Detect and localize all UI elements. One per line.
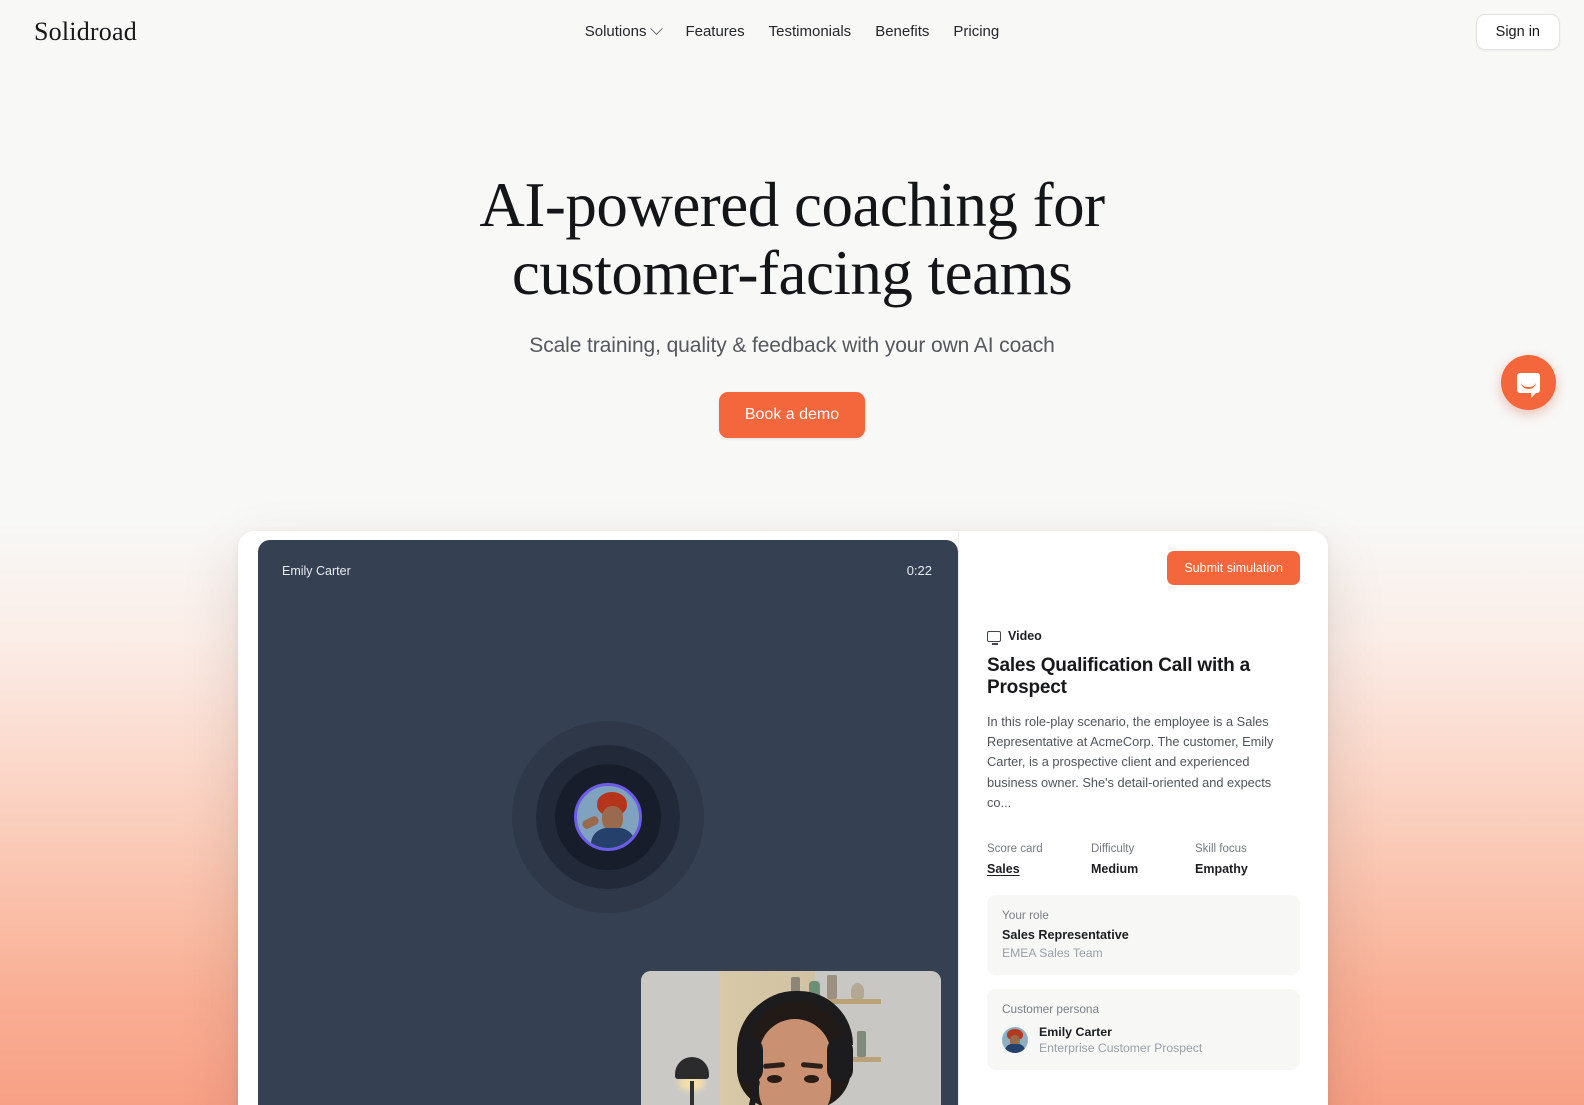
nav-item-solutions[interactable]: Solutions [584, 22, 664, 40]
submit-row: Submit simulation [987, 551, 1300, 585]
your-role-card: Your role Sales Representative EMEA Sale… [987, 895, 1300, 976]
nav-item-testimonials-label: Testimonials [768, 23, 852, 40]
page-title: AI-powered coaching for customer-facing … [0, 171, 1584, 307]
nav-item-solutions-label: Solutions [584, 23, 647, 40]
nav-item-benefits-label: Benefits [875, 23, 930, 40]
meta-skill-focus-label: Skill focus [1195, 843, 1247, 856]
book-a-demo-button[interactable]: Book a demo [718, 392, 866, 439]
persona-text: Emily Carter Enterprise Customer Prospec… [1039, 1025, 1202, 1055]
meta-difficulty-value: Medium [1091, 862, 1139, 877]
your-role-team: EMEA Sales Team [1002, 946, 1103, 961]
customer-persona-card: Customer persona Emily Carter Enterprise… [987, 989, 1300, 1071]
hero-title-line-1: AI-powered coaching for [479, 170, 1105, 240]
video-call-stage: Emily Carter 0:22 [258, 540, 958, 1105]
hero-title-line-2: customer-facing teams [511, 238, 1073, 309]
customer-persona-name: Emily Carter [1039, 1025, 1113, 1040]
person-eye [804, 1075, 819, 1083]
landing-page: Solidroad Solutions Features Testimonial… [0, 0, 1584, 1105]
your-role-title: Sales Representative [1002, 928, 1129, 943]
product-screenshot-mockup: Emily Carter 0:22 Submit simulation Vide… [238, 531, 1328, 1105]
person-eye [767, 1075, 782, 1083]
video-topbar: Emily Carter 0:22 [258, 540, 958, 578]
smile-icon [1521, 382, 1536, 389]
meta-score-card-label: Score card [987, 843, 1043, 856]
call-timer: 0:22 [906, 563, 932, 578]
meta-score-card: Score card Sales [987, 843, 1091, 876]
monitor-icon [987, 630, 1001, 645]
chat-launcher-button[interactable] [1501, 355, 1556, 411]
scenario-type-badge: Video [987, 629, 1300, 645]
scenario-title: Sales Qualification Call with a Prospect [987, 655, 1251, 698]
nav-item-benefits[interactable]: Benefits [875, 23, 929, 40]
customer-persona-label: Customer persona [1002, 1002, 1100, 1017]
avatar-body [591, 828, 635, 848]
avatar [1002, 1027, 1028, 1054]
scenario-meta-row: Score card Sales Difficulty Medium Skill… [987, 843, 1300, 876]
customer-persona-role: Enterprise Customer Prospect [1039, 1041, 1203, 1056]
self-view-video [641, 971, 941, 1105]
sign-in-button[interactable]: Sign in [1475, 13, 1560, 50]
nav-item-features-label: Features [685, 23, 745, 40]
submit-simulation-button[interactable]: Submit simulation [1167, 551, 1300, 585]
headphone-cup [737, 1037, 763, 1083]
nav-item-features[interactable]: Features [685, 23, 744, 40]
brand-logo[interactable]: Solidroad [34, 18, 137, 45]
lamp-pole [690, 1081, 694, 1105]
scenario-description: In this role-play scenario, the employee… [987, 714, 1274, 810]
your-role-label: Your role [1002, 908, 1049, 923]
emily-carter-avatar [574, 783, 642, 851]
meta-score-card-value[interactable]: Sales [987, 862, 1091, 876]
scenario-type-label: Video [1008, 629, 1042, 643]
avatar-arm [580, 814, 601, 831]
headphone-cup [827, 1037, 853, 1083]
nav-item-pricing[interactable]: Pricing [953, 23, 999, 40]
meta-difficulty-label: Difficulty [1091, 843, 1135, 856]
scenario-details-panel: Submit simulation Video Sales Qualificat… [958, 531, 1328, 1105]
meta-skill-focus-value: Empathy [1195, 862, 1248, 877]
nav-item-testimonials[interactable]: Testimonials [769, 23, 852, 40]
meta-skill-focus: Skill focus Empathy [1195, 843, 1299, 876]
shelf-object [827, 975, 837, 999]
speaking-indicator [512, 721, 704, 913]
hero-section: AI-powered coaching for customer-facing … [0, 63, 1584, 439]
shelf-object [857, 1031, 866, 1057]
top-navigation-bar: Solidroad Solutions Features Testimonial… [0, 0, 1584, 63]
persona-row: Emily Carter Enterprise Customer Prospec… [1002, 1025, 1285, 1055]
nav-item-pricing-label: Pricing [953, 23, 1000, 40]
video-participant-name: Emily Carter [282, 563, 351, 578]
shelf-object [851, 983, 864, 999]
chat-bubble-icon [1517, 372, 1540, 398]
chevron-down-icon [650, 22, 664, 36]
persona-avatar-body [1005, 1044, 1025, 1054]
nav-links: Solutions Features Testimonials Benefits… [0, 22, 1584, 40]
meta-difficulty: Difficulty Medium [1091, 843, 1195, 876]
hero-subtitle: Scale training, quality & feedback with … [529, 334, 1055, 358]
